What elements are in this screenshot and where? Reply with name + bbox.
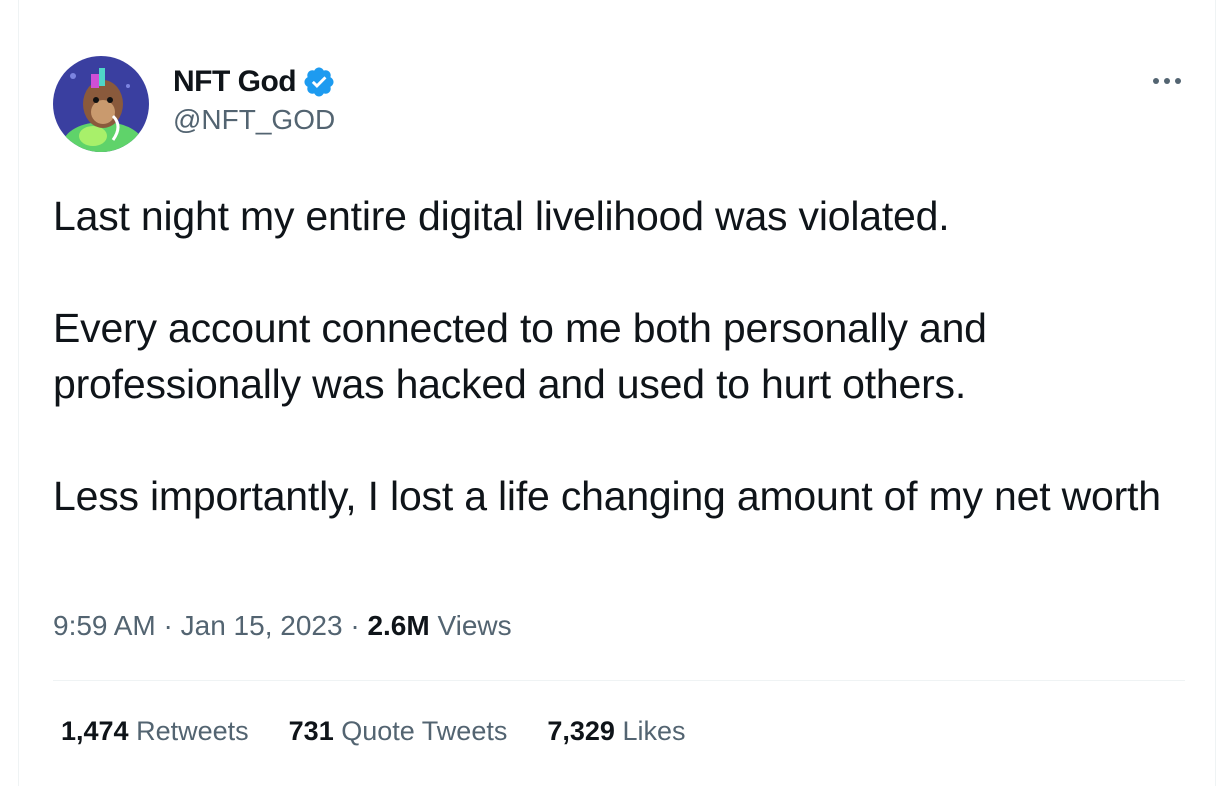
author-display-name[interactable]: NFT God [173,65,297,99]
likes-count: 7,329 [547,716,615,746]
author-name-row[interactable]: NFT God [173,64,336,100]
avatar-image [53,56,149,152]
meta-separator: · [350,610,360,641]
more-dot [1175,78,1181,84]
retweets-count: 1,474 [61,716,129,746]
more-dot [1164,78,1170,84]
tweet-time[interactable]: 9:59 AM [53,610,156,641]
tweet-card: NFT God @NFT_GOD Last night my entire di… [18,0,1216,786]
tweet-paragraph: Less importantly, I lost a life changing… [53,473,1161,519]
tweet-paragraph: Every account connected to me both perso… [53,305,987,407]
quotes-count: 731 [288,716,334,746]
engagement-stats: 1,474 Retweets 731 Quote Tweets 7,329 Li… [61,716,685,747]
author-handle[interactable]: @NFT_GOD [173,104,335,136]
verified-badge-icon[interactable] [302,65,336,99]
likes-stat[interactable]: 7,329 Likes [547,716,685,747]
more-dot [1153,78,1159,84]
views-label: Views [437,610,512,641]
quote-tweets-stat[interactable]: 731 Quote Tweets [289,716,508,747]
avatar[interactable] [53,56,149,152]
meta-separator: · [163,610,173,641]
likes-label: Likes [622,716,686,746]
quotes-label: Quote Tweets [341,716,508,746]
retweets-label: Retweets [136,716,249,746]
divider [53,680,1185,681]
tweet-paragraph: Last night my entire digital livelihood … [53,193,950,239]
more-options-icon[interactable] [1145,66,1189,96]
tweet-meta: 9:59 AM · Jan 15, 2023 · 2.6M Views [53,610,512,642]
tweet-date[interactable]: Jan 15, 2023 [181,610,343,641]
views-count: 2.6M [367,610,430,641]
retweets-stat[interactable]: 1,474 Retweets [61,716,249,747]
tweet-text: Last night my entire digital livelihood … [53,188,1173,524]
